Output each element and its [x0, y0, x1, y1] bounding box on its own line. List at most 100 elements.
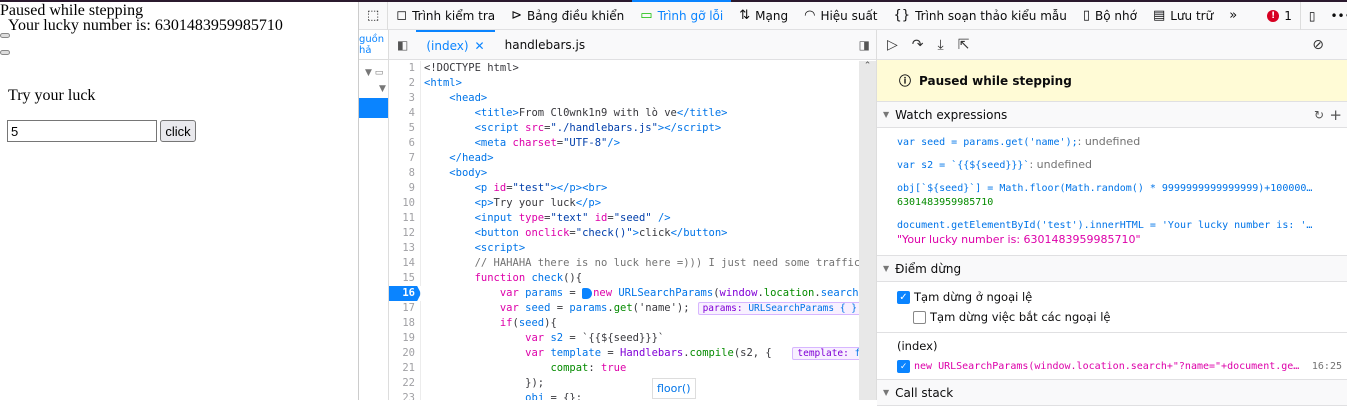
code-token — [424, 242, 475, 254]
refresh-icon[interactable]: ↻ — [1314, 108, 1324, 122]
callstack-header[interactable]: ▼Call stack — [877, 380, 1347, 406]
toolbar-label: Bảng điều khiển — [527, 9, 624, 23]
tree-expand-icon[interactable]: ▼ ▭ — [359, 68, 388, 78]
line-number[interactable]: 22 — [389, 376, 421, 391]
check-icon[interactable]: ✓ — [897, 360, 910, 373]
code-line: 9 <p id="test"></p><br> — [389, 181, 859, 196]
toolbar-style-editor[interactable]: {}Trình soạn thảo kiểu mẫu — [886, 2, 1075, 30]
line-number[interactable]: 6 — [389, 136, 421, 151]
deactivate-breakpoints-icon[interactable]: ⊘ — [1312, 37, 1324, 53]
code-line: 16 var params = new URLSearchParams(wind… — [389, 286, 859, 301]
code-token: <script> — [475, 242, 526, 254]
more-options-icon[interactable]: ••• — [1330, 9, 1347, 23]
pause-exceptions-checkbox[interactable]: ✓Tạm dừng ở ngoại lệ — [897, 287, 1347, 307]
line-content: <meta charset="UTF-8"/> — [421, 136, 620, 151]
step-in-icon[interactable]: ⤓ — [938, 37, 944, 53]
code-token: seed — [519, 317, 544, 329]
code-token: ></p><br> — [550, 182, 607, 194]
toolbar-inspector[interactable]: ◻Trình kiểm tra — [388, 2, 503, 30]
toolbar-pick-element[interactable]: ⬚ — [359, 2, 388, 30]
sources-pane[interactable]: guồn hả ▼ ▭ ▼ — [359, 30, 389, 400]
breakpoint-line-number[interactable]: 16 — [389, 286, 421, 301]
breakpoint-location: 16:25 — [1312, 361, 1342, 372]
step-out-icon[interactable]: ⇱ — [958, 37, 970, 53]
code-line: 4 <title>From Cl0wnk1n9 with lò ve</titl… — [389, 106, 859, 121]
line-number[interactable]: 14 — [389, 256, 421, 271]
toolbar-label: Lưu trữ — [1170, 9, 1213, 23]
watch-expr: var seed = params.get('name'); — [897, 137, 1078, 148]
tab-handlebars[interactable]: handlebars.js — [495, 30, 595, 60]
close-icon[interactable]: ✕ — [475, 39, 485, 53]
toolbar-memory[interactable]: ▯Bộ nhớ — [1075, 2, 1145, 30]
line-number[interactable]: 11 — [389, 211, 421, 226]
line-number[interactable]: 17 — [389, 301, 421, 316]
line-number[interactable]: 18 — [389, 316, 421, 331]
watch-expression[interactable]: var seed = params.get('name');: undefine… — [877, 131, 1347, 154]
responsive-design-icon[interactable]: ▯ — [1309, 9, 1316, 23]
code-token: compat — [550, 362, 588, 374]
line-number[interactable]: 1 — [389, 61, 421, 76]
watch-expression[interactable]: obj[`${seed}`] = Math.floor(Math.random(… — [877, 177, 1347, 214]
toolbar-network[interactable]: ⇅Mạng — [731, 2, 796, 30]
line-number[interactable]: 10 — [389, 196, 421, 211]
tab-index[interactable]: (index)✕ — [416, 30, 494, 60]
line-number[interactable]: 8 — [389, 166, 421, 181]
watch-header[interactable]: ▼Watch expressions ↻+ — [877, 102, 1347, 128]
code-line: 5 <script src="./handlebars.js"></script… — [389, 121, 859, 136]
add-icon[interactable]: + — [1329, 106, 1342, 124]
toolbar-debugger[interactable]: ▭Trình gỡ lỗi — [632, 2, 731, 30]
code-token — [424, 182, 475, 194]
line-number[interactable]: 7 — [389, 151, 421, 166]
watch-expression[interactable]: var s2 = `{{${seed}}}`: undefined — [877, 154, 1347, 177]
inline-preview[interactable]: template: function — [792, 347, 859, 360]
sources-tab[interactable]: guồn hả — [359, 30, 388, 60]
seed-input[interactable] — [7, 120, 157, 142]
breakpoints-header[interactable]: ▼Điểm dừng — [877, 256, 1347, 282]
code-token: From Cl0wnk1n9 with lò ve — [519, 107, 677, 119]
watch-expr: document.getElementById('test').innerHTM… — [897, 220, 1312, 231]
breakpoint-code: new URLSearchParams(window.location.sear… — [914, 361, 1302, 372]
line-number[interactable]: 23 — [389, 391, 421, 400]
tree-selected-item[interactable] — [359, 98, 388, 118]
line-content: <head> — [421, 91, 487, 106]
tree-expand-icon[interactable]: ▼ — [359, 84, 388, 94]
error-count-badge[interactable]: !1 — [1259, 2, 1300, 30]
click-button[interactable]: click — [160, 120, 196, 142]
line-number[interactable]: 3 — [389, 91, 421, 106]
code-token: var — [500, 302, 525, 314]
vertical-scrollbar[interactable]: ⌃ — [859, 61, 876, 400]
watch-value: undefined — [1037, 158, 1092, 171]
overlay-button-step[interactable] — [0, 50, 10, 55]
code-view[interactable]: 1<!DOCTYPE html>2<html>3 <head>4 <title>… — [389, 61, 859, 400]
line-number[interactable]: 13 — [389, 241, 421, 256]
style-editor-icon: {} — [894, 9, 911, 22]
line-number[interactable]: 9 — [389, 181, 421, 196]
code-token: Try your luck — [494, 197, 576, 209]
breakpoint-item[interactable]: ✓ new URLSearchParams(window.location.sea… — [897, 357, 1347, 375]
checkbox-label: Tạm dừng ở ngoại lệ — [914, 290, 1032, 304]
toolbar-console[interactable]: ⊳ Bảng điều khiển — [503, 2, 632, 30]
toolbar-more-tools[interactable]: » — [1221, 2, 1245, 30]
inline-preview[interactable]: params: URLSearchParams { } — [698, 302, 859, 315]
toggle-sources-icon[interactable]: ◧ — [389, 38, 416, 52]
line-number[interactable]: 15 — [389, 271, 421, 286]
column-breakpoint-marker[interactable] — [582, 288, 592, 299]
overlay-button-resume[interactable] — [0, 33, 10, 38]
resume-icon[interactable]: ▷ — [887, 37, 898, 53]
step-over-icon[interactable]: ↷ — [912, 37, 924, 53]
toolbar-performance[interactable]: ◠Hiệu suất — [796, 2, 885, 30]
line-number[interactable]: 4 — [389, 106, 421, 121]
line-number[interactable]: 21 — [389, 361, 421, 376]
toolbar-storage[interactable]: ▤Lưu trữ — [1145, 2, 1221, 30]
pause-caught-checkbox[interactable]: Tạm dừng việc bắt các ngoại lệ — [897, 307, 1347, 327]
line-number[interactable]: 12 — [389, 226, 421, 241]
toggle-sidebar-icon[interactable]: ◨ — [859, 38, 870, 52]
line-number[interactable]: 19 — [389, 331, 421, 346]
line-content: }); — [421, 376, 544, 391]
line-number[interactable]: 2 — [389, 76, 421, 91]
line-number[interactable]: 20 — [389, 346, 421, 361]
scroll-up-icon[interactable]: ⌃ — [859, 61, 876, 71]
console-icon: ⊳ — [511, 9, 522, 22]
line-number[interactable]: 5 — [389, 121, 421, 136]
watch-expression[interactable]: document.getElementById('test').innerHTM… — [877, 214, 1347, 252]
